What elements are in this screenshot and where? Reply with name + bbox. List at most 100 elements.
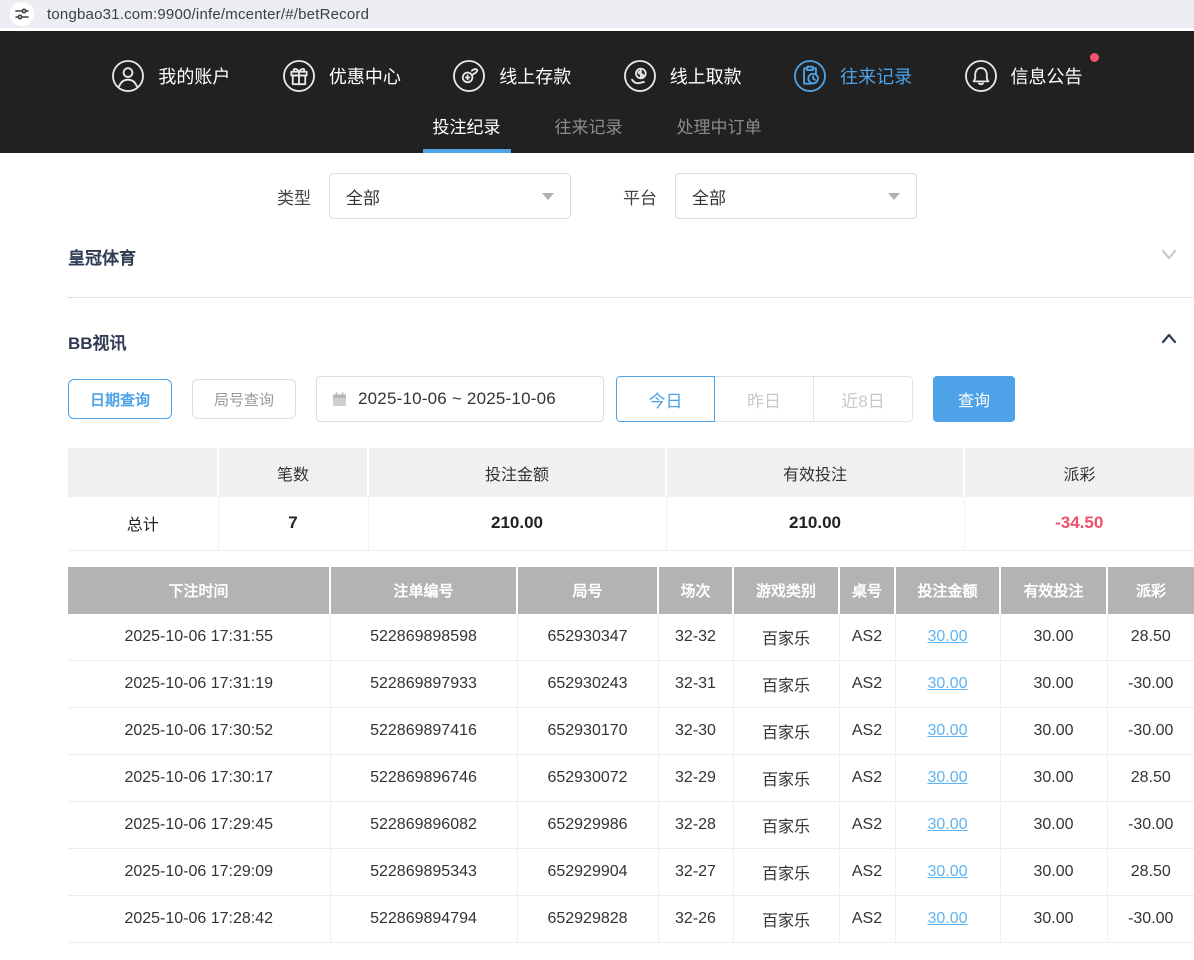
bet-amount-link[interactable]: 30.00 <box>927 675 967 692</box>
round-query-button[interactable]: 局号查询 <box>192 379 296 419</box>
bet-table-header-valid-bet-cell: 有效投注 <box>1000 567 1107 614</box>
bet-table-header-session-cell: 场次 <box>658 567 733 614</box>
platform-filter-group: 平台 全部 <box>623 173 917 219</box>
table-id-cell: AS2 <box>839 755 895 802</box>
bet-amount-cell: 30.00 <box>895 896 1000 943</box>
session-cell: 32-31 <box>658 661 733 708</box>
type-filter-value: 全部 <box>346 184 380 209</box>
game-type-cell: 百家乐 <box>733 708 839 755</box>
game-type-cell: 百家乐 <box>733 802 839 849</box>
platform-filter-select[interactable]: 全部 <box>675 173 917 219</box>
bet-amount-cell: 30.00 <box>895 661 1000 708</box>
nav-item-my-account[interactable]: 我的账户 <box>111 59 230 93</box>
bet-time-cell: 2025-10-06 17:29:09 <box>68 849 330 896</box>
bet-table-row: 2025-10-06 17:30:17522869896746652930072… <box>68 755 1194 802</box>
payout-cell: -30.00 <box>1107 708 1194 755</box>
bet-time-cell: 2025-10-06 17:31:55 <box>68 614 330 661</box>
bet-table-row: 2025-10-06 17:30:52522869897416652930170… <box>68 708 1194 755</box>
last-8-days-button[interactable]: 近8日 <box>814 376 913 422</box>
notification-dot <box>1090 53 1099 62</box>
payout-cell: 28.50 <box>1107 849 1194 896</box>
valid-bet-cell: 30.00 <box>1000 755 1107 802</box>
bet-table-row: 2025-10-06 17:31:55522869898598652930347… <box>68 614 1194 661</box>
nav-item-withdraw[interactable]: 线上取款 <box>623 59 742 93</box>
session-cell: 32-29 <box>658 755 733 802</box>
bet-amount-cell: 30.00 <box>895 849 1000 896</box>
yesterday-button[interactable]: 昨日 <box>715 376 814 422</box>
nav-item-label: 优惠中心 <box>329 63 401 89</box>
payout-cell: -30.00 <box>1107 661 1194 708</box>
bet-time-cell: 2025-10-06 17:31:19 <box>68 661 330 708</box>
bet-amount-link[interactable]: 30.00 <box>927 816 967 833</box>
section-crown-sports[interactable]: 皇冠体育 <box>68 233 1194 279</box>
bet-amount-link[interactable]: 30.00 <box>927 910 967 927</box>
date-range-input[interactable]: 2025-10-06 ~ 2025-10-06 <box>316 376 604 422</box>
summary-table: 笔数 投注金额 有效投注 派彩 总计 7 210.00 210.00 -34.5… <box>68 448 1194 551</box>
gift-icon <box>282 59 316 93</box>
bet-time-cell: 2025-10-06 17:29:45 <box>68 802 330 849</box>
chevron-down-icon[interactable] <box>1158 243 1180 270</box>
bet-amount-link[interactable]: 30.00 <box>927 628 967 645</box>
nav-item-deposit[interactable]: 线上存款 <box>452 59 571 93</box>
bet-amount-link[interactable]: 30.00 <box>927 722 967 739</box>
summary-payout: -34.50 <box>964 497 1194 550</box>
round-id-cell: 652930170 <box>517 708 658 755</box>
record-tabs: 投注纪录 往来记录 处理中订单 <box>0 105 1194 153</box>
session-cell: 32-28 <box>658 802 733 849</box>
chevron-down-icon <box>888 193 900 200</box>
type-filter-select[interactable]: 全部 <box>329 173 571 219</box>
bet-amount-cell: 30.00 <box>895 614 1000 661</box>
session-cell: 32-27 <box>658 849 733 896</box>
bet-records-table: 下注时间注单编号局号场次游戏类别桌号投注金额有效投注派彩 2025-10-06 … <box>68 567 1194 944</box>
nav-item-promotions[interactable]: 优惠中心 <box>282 59 401 93</box>
nav-item-label: 线上存款 <box>499 63 571 89</box>
section-title: BB视讯 <box>68 329 127 354</box>
records-icon <box>793 59 827 93</box>
summary-bet-amount: 210.00 <box>368 497 666 550</box>
bet-table-row: 2025-10-06 17:29:45522869896082652929986… <box>68 802 1194 849</box>
game-type-cell: 百家乐 <box>733 755 839 802</box>
nav-item-label: 我的账户 <box>158 63 230 89</box>
chevron-up-icon[interactable] <box>1158 328 1180 355</box>
summary-header-payout: 派彩 <box>964 448 1194 497</box>
bet-table-row: 2025-10-06 17:28:42522869894794652929828… <box>68 896 1194 943</box>
summary-header-count: 笔数 <box>218 448 368 497</box>
main-header: 我的账户 优惠中心 线上存款 线上取款 往来记录 <box>0 31 1194 153</box>
table-id-cell: AS2 <box>839 661 895 708</box>
today-button[interactable]: 今日 <box>616 376 715 422</box>
payout-cell: 28.50 <box>1107 614 1194 661</box>
nav-item-records[interactable]: 往来记录 <box>793 59 912 93</box>
bet-amount-link[interactable]: 30.00 <box>927 769 967 786</box>
summary-header-bet-amount: 投注金额 <box>368 448 666 497</box>
round-id-cell: 652929828 <box>517 896 658 943</box>
table-id-cell: AS2 <box>839 849 895 896</box>
site-settings-icon[interactable] <box>10 2 34 26</box>
session-cell: 32-26 <box>658 896 733 943</box>
date-query-button[interactable]: 日期查询 <box>68 379 172 419</box>
nav-item-announcements[interactable]: 信息公告 <box>964 59 1083 93</box>
quick-date-group: 今日 昨日 近8日 <box>616 376 913 422</box>
query-controls: 日期查询 局号查询 2025-10-06 ~ 2025-10-06 今日 昨日 … <box>68 376 1194 422</box>
search-button[interactable]: 查询 <box>933 376 1015 422</box>
tab-bet-records[interactable]: 投注纪录 <box>429 105 505 153</box>
order-id-cell: 522869895343 <box>330 849 517 896</box>
nav-item-label: 线上取款 <box>670 63 742 89</box>
section-bb-video[interactable]: BB视讯 <box>68 318 1194 364</box>
chevron-down-icon <box>542 193 554 200</box>
nav-item-label: 往来记录 <box>840 63 912 89</box>
order-id-cell: 522869896746 <box>330 755 517 802</box>
bet-amount-link[interactable]: 30.00 <box>927 863 967 880</box>
session-cell: 32-32 <box>658 614 733 661</box>
tab-pending-orders[interactable]: 处理中订单 <box>673 105 766 153</box>
url-text[interactable]: tongbao31.com:9900/infe/mcenter/#/betRec… <box>47 6 369 23</box>
nav-item-label: 信息公告 <box>1011 63 1083 89</box>
tab-transaction-records[interactable]: 往来记录 <box>551 105 627 153</box>
summary-valid-bet: 210.00 <box>666 497 964 550</box>
valid-bet-cell: 30.00 <box>1000 802 1107 849</box>
platform-filter-value: 全部 <box>692 184 726 209</box>
order-id-cell: 522869898598 <box>330 614 517 661</box>
payout-cell: -30.00 <box>1107 802 1194 849</box>
table-id-cell: AS2 <box>839 708 895 755</box>
payout-cell: -30.00 <box>1107 896 1194 943</box>
summary-header-blank <box>68 448 218 497</box>
